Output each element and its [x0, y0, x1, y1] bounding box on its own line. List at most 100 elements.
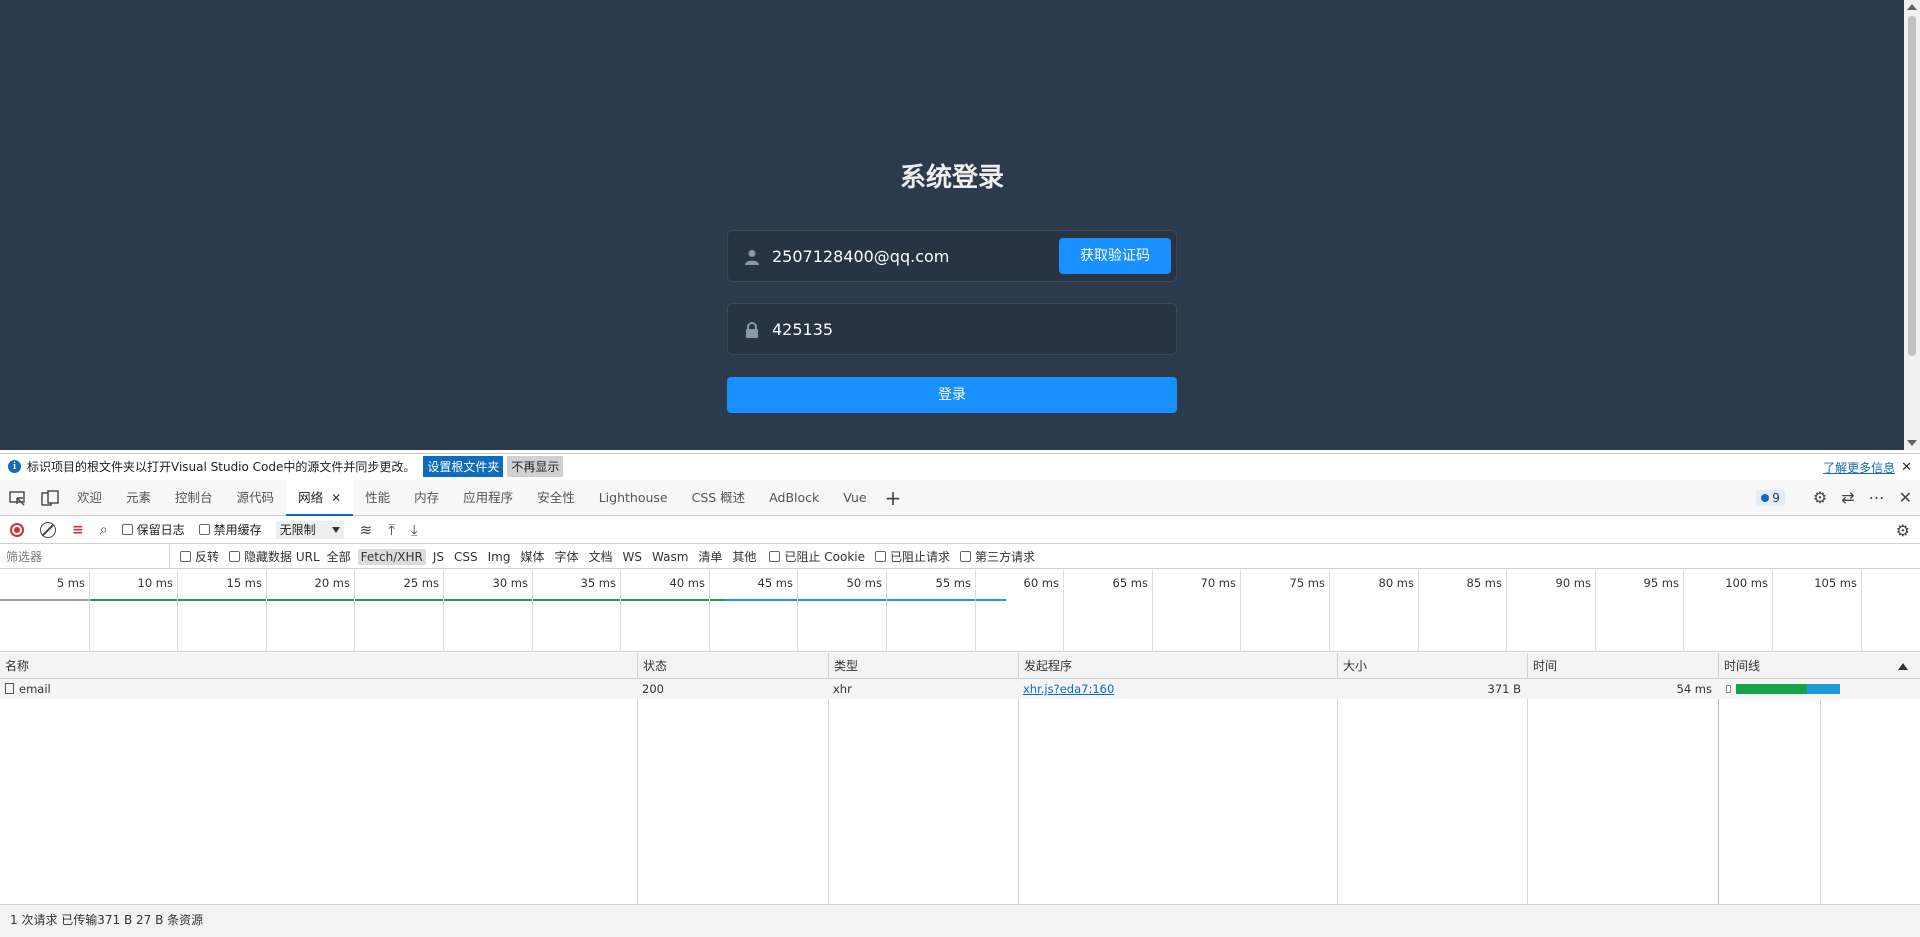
preserve-log-box[interactable]: [121, 524, 133, 535]
infobar-text: 标识项目的根文件夹以打开Visual Studio Code中的源文件并同步更改…: [27, 460, 416, 474]
close-infobar-icon[interactable]: ✕: [1901, 460, 1912, 475]
type-filter-all[interactable]: 全部: [324, 547, 354, 566]
invert-checkbox[interactable]: 反转: [180, 548, 219, 565]
column-divider: [1527, 679, 1528, 929]
tab-sources[interactable]: 源代码: [225, 480, 287, 516]
tab-network[interactable]: 网络 ✕: [286, 479, 354, 516]
export-har-icon[interactable]: ⤓: [411, 521, 418, 539]
tab-security[interactable]: 安全性: [525, 480, 587, 516]
third-party-checkbox[interactable]: 第三方请求: [960, 548, 1035, 565]
scroll-up-icon[interactable]: [1907, 4, 1917, 10]
type-filter-other[interactable]: 其他: [729, 547, 759, 566]
col-header-time[interactable]: 时间: [1527, 653, 1718, 679]
overview-tick-label: 50 ms: [846, 576, 882, 590]
column-divider: [637, 679, 638, 929]
col-header-type[interactable]: 类型: [828, 653, 1018, 679]
record-icon[interactable]: [10, 522, 24, 537]
close-tab-icon[interactable]: ✕: [331, 491, 341, 505]
col-header-initiator[interactable]: 发起程序: [1018, 653, 1337, 679]
type-filter-ws[interactable]: WS: [620, 549, 645, 565]
overview-tick: [1418, 570, 1419, 651]
type-filter-fetch-xhr[interactable]: Fetch/XHR: [357, 548, 426, 565]
tab-adblock[interactable]: AdBlock: [757, 480, 831, 516]
blocked-requests-box[interactable]: [874, 551, 886, 562]
type-filter-font[interactable]: 字体: [551, 547, 581, 566]
email-field[interactable]: 2507128400@qq.com 获取验证码: [727, 230, 1177, 282]
more-options-icon[interactable]: ⋯: [1869, 488, 1885, 507]
col-header-waterfall[interactable]: 时间线: [1718, 653, 1920, 679]
code-field[interactable]: 425135: [727, 303, 1177, 355]
tab-performance[interactable]: 性能: [353, 480, 402, 516]
blocked-cookies-checkbox[interactable]: 已阻止 Cookie: [769, 548, 865, 565]
col-header-size[interactable]: 大小: [1337, 653, 1527, 679]
type-filter-js[interactable]: JS: [430, 549, 447, 565]
dont-show-again-button[interactable]: 不再显示: [507, 456, 564, 477]
tab-console[interactable]: 控制台: [163, 480, 225, 516]
code-value[interactable]: 425135: [772, 320, 833, 339]
inspect-element-icon[interactable]: [9, 490, 27, 506]
overview-tick: [1329, 570, 1330, 651]
close-devtools-icon[interactable]: ✕: [1899, 488, 1912, 507]
lock-icon: [746, 322, 758, 338]
hide-data-urls-box[interactable]: [229, 551, 241, 562]
tab-lighthouse[interactable]: Lighthouse: [587, 480, 680, 516]
import-har-icon[interactable]: ⤒: [388, 521, 395, 539]
email-value[interactable]: 2507128400@qq.com: [772, 247, 949, 266]
tab-css-overview[interactable]: CSS 概述: [680, 480, 758, 516]
set-root-folder-button[interactable]: 设置根文件夹: [423, 456, 504, 477]
filter-input[interactable]: 筛选器: [0, 544, 170, 569]
tab-elements[interactable]: 元素: [114, 480, 163, 516]
tab-vue[interactable]: Vue: [831, 480, 878, 516]
network-settings-icon[interactable]: ⚙: [1896, 521, 1910, 540]
type-filter-css[interactable]: CSS: [451, 549, 481, 565]
login-button[interactable]: 登录: [727, 377, 1177, 413]
tab-memory[interactable]: 内存: [402, 480, 451, 516]
overview-tick: [266, 570, 267, 651]
scroll-thumb[interactable]: [1908, 16, 1916, 356]
overview-tick-label: 10 ms: [137, 576, 173, 590]
clear-icon[interactable]: [40, 521, 56, 538]
hide-data-urls-checkbox[interactable]: 隐藏数据 URL: [229, 548, 320, 565]
issues-badge[interactable]: 9: [1756, 489, 1785, 506]
initiator-link[interactable]: xhr.js?eda7:160: [1023, 682, 1114, 696]
learn-more-link[interactable]: 了解更多信息: [1823, 459, 1895, 476]
devtools-tabbar: 欢迎 元素 控制台 源代码 网络 ✕ 性能 内存 应用程序 安全性 Lightho…: [0, 479, 1920, 516]
col-header-name[interactable]: 名称: [0, 653, 637, 679]
col-header-status[interactable]: 状态: [637, 653, 828, 679]
add-tab-icon[interactable]: +: [885, 486, 902, 510]
scroll-down-icon[interactable]: [1907, 440, 1917, 446]
invert-box[interactable]: [180, 551, 191, 562]
filter-icon[interactable]: ≡: [72, 522, 84, 538]
type-filter-media[interactable]: 媒体: [517, 547, 547, 566]
tab-application[interactable]: 应用程序: [451, 480, 525, 516]
network-overview[interactable]: 5 ms 10 ms 15 ms 20 ms 25 ms 30 ms 35 ms 40 ms 4…: [0, 570, 1920, 652]
cell-waterfall[interactable]: [1718, 679, 1920, 699]
blocked-cookies-label: 已阻止 Cookie: [784, 550, 865, 564]
throttle-select[interactable]: 无限制: [275, 520, 344, 539]
tab-welcome[interactable]: 欢迎: [65, 480, 114, 516]
issues-icon: [1761, 493, 1770, 502]
waterfall-gridline: [1820, 679, 1821, 929]
disable-cache-box[interactable]: [198, 524, 210, 535]
type-filter-manifest[interactable]: 清单: [695, 547, 725, 566]
table-row[interactable]: email 200 xhr xhr.js?eda7:160 371 B 54 m…: [0, 679, 1920, 699]
device-emulation-icon[interactable]: [41, 489, 59, 506]
type-filter-doc[interactable]: 文档: [586, 547, 616, 566]
network-status-bar: 1 次请求 已传输371 B 27 B 条资源: [0, 904, 1920, 937]
overview-tick-label: 25 ms: [403, 576, 439, 590]
cell-name[interactable]: email: [0, 679, 637, 699]
disable-cache-checkbox[interactable]: 禁用缓存: [198, 521, 262, 538]
settings-icon[interactable]: ⚙: [1813, 488, 1827, 507]
search-icon[interactable]: ⌕: [100, 522, 108, 538]
type-filter-wasm[interactable]: Wasm: [649, 549, 691, 565]
network-toolbar: ≡ ⌕ 保留日志 禁用缓存 无限制 ≋ ⤒ ⤓ ⚙: [0, 516, 1920, 544]
customize-icon[interactable]: ⇄: [1841, 488, 1854, 507]
third-party-box[interactable]: [960, 551, 971, 562]
network-conditions-icon[interactable]: ≋: [360, 521, 373, 539]
type-filter-img[interactable]: Img: [485, 549, 514, 565]
get-code-button[interactable]: 获取验证码: [1059, 238, 1171, 274]
blocked-cookies-box[interactable]: [769, 551, 781, 562]
preserve-log-checkbox[interactable]: 保留日志: [121, 521, 185, 538]
page-scrollbar[interactable]: [1904, 0, 1920, 450]
blocked-requests-checkbox[interactable]: 已阻止请求: [874, 548, 950, 565]
